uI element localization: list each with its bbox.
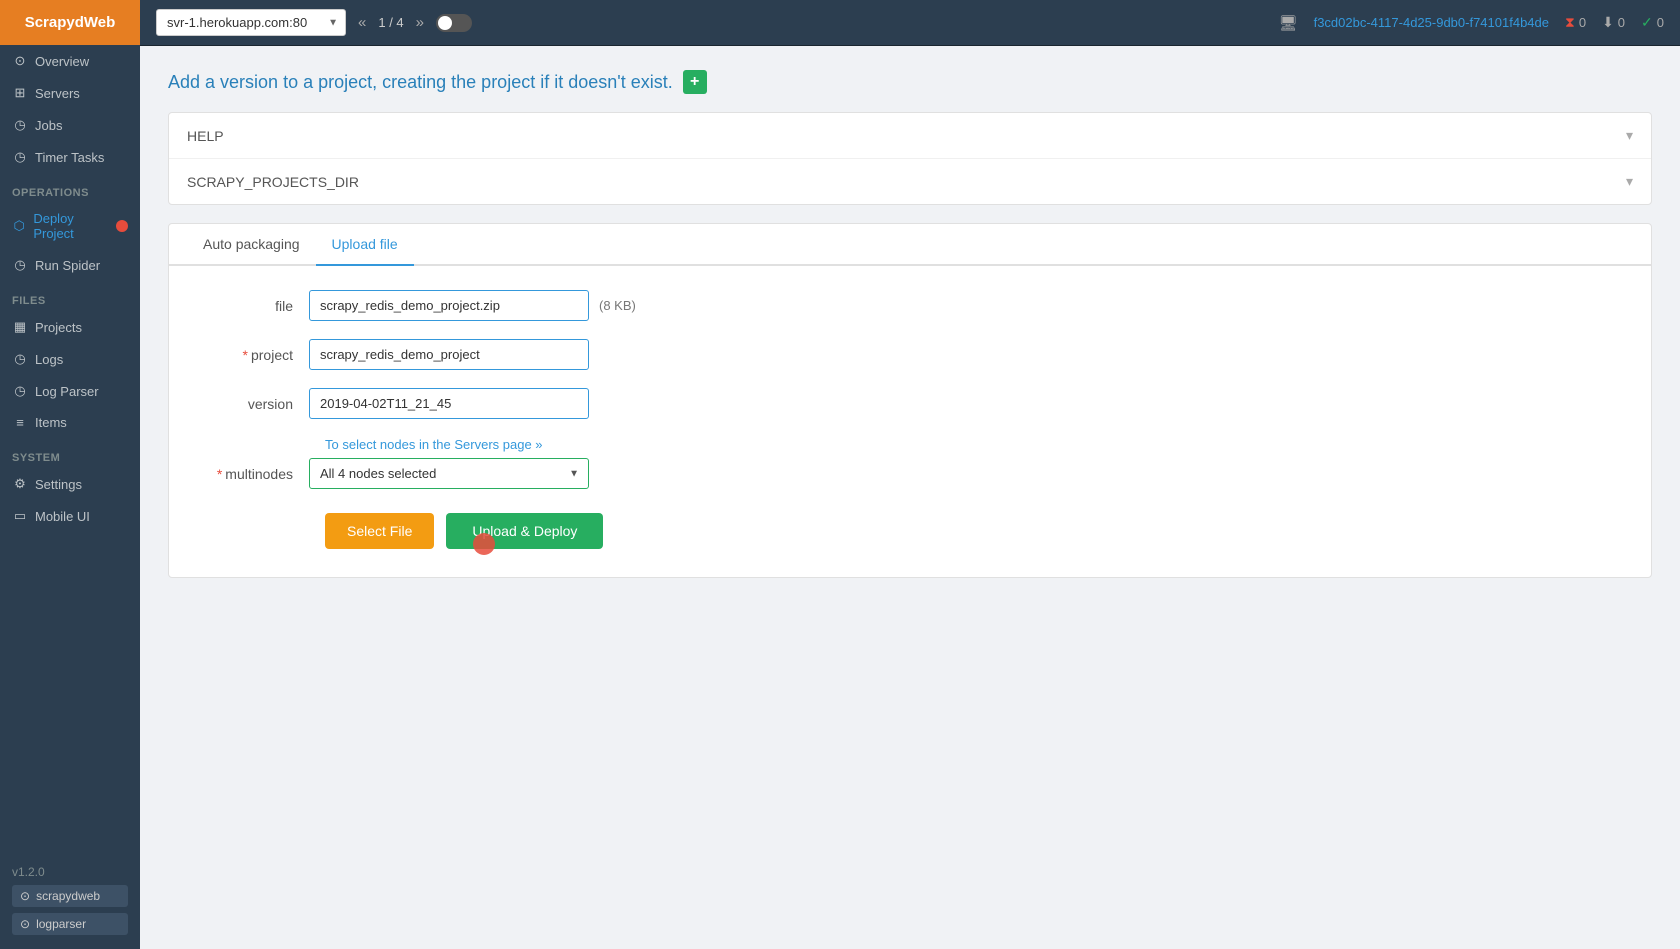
nav-arrows: « [358, 14, 366, 31]
sidebar-files-section: Files ▦ Projects ◷ Logs ◷ Log Parser ≡ I… [0, 281, 140, 438]
page-heading-text: Add a version to a project, creating the… [168, 72, 673, 93]
project-row: *project [209, 339, 1611, 370]
jobs-icon: ◷ [12, 117, 28, 133]
projects-icon: ▦ [12, 319, 28, 335]
project-label: *project [209, 347, 309, 363]
monitor-icon: 🖥 [1279, 14, 1298, 32]
github-icon-1: ⊙ [20, 889, 30, 903]
multinodes-row: *multinodes All 4 nodes selected [209, 458, 1611, 489]
scrapy-projects-dir-collapsible[interactable]: SCRAPY_PROJECTS_DIR ▾ [169, 159, 1651, 204]
server-select[interactable]: svr-1.herokuapp.com:80 [156, 9, 346, 36]
scrapy-dir-chevron: ▾ [1626, 173, 1633, 190]
server-select-wrap: svr-1.herokuapp.com:80 [156, 9, 346, 36]
next-arrow-wrap: » [416, 14, 424, 31]
check-icon: ✓ [1641, 14, 1653, 31]
file-label: file [209, 298, 309, 314]
help-collapsible[interactable]: HELP ▾ [169, 113, 1651, 159]
version-input[interactable] [309, 388, 589, 419]
tab-bar: Auto packaging Upload file [169, 224, 1651, 266]
sidebar-footer: v1.2.0 ⊙ scrapydweb ⊙ logparser [0, 855, 140, 949]
sidebar-item-mobile-ui[interactable]: ▭ Mobile UI [0, 500, 140, 532]
version-row: version [209, 388, 1611, 419]
page-indicator: 1 / 4 [378, 15, 403, 30]
help-chevron: ▾ [1626, 127, 1633, 144]
scrapy-projects-dir-label: SCRAPY_PROJECTS_DIR [187, 174, 359, 190]
toggle-switch[interactable] [436, 14, 472, 32]
topbar-stat-down: ⬇ 0 [1602, 14, 1625, 31]
run-spider-icon: ◷ [12, 257, 28, 273]
settings-icon: ⚙ [12, 476, 28, 492]
timer-tasks-icon: ◷ [12, 149, 28, 165]
multinodes-select[interactable]: All 4 nodes selected [309, 458, 589, 489]
servers-icon: ⊞ [12, 85, 28, 101]
upload-deploy-button[interactable]: Upload & Deploy [446, 513, 603, 549]
logs-icon: ◷ [12, 351, 28, 367]
file-row: file (8 KB) [209, 290, 1611, 321]
version-label: v1.2.0 [12, 865, 45, 879]
sidebar-item-run-spider[interactable]: ◷ Run Spider [0, 249, 140, 281]
sidebar-operations-section: Operations ⬡ Deploy Project ◷ Run Spider [0, 173, 140, 281]
plus-button[interactable]: + [683, 70, 707, 94]
sidebar-item-jobs[interactable]: ◷ Jobs [0, 109, 140, 141]
overview-icon: ⊙ [12, 53, 28, 69]
prev-arrow[interactable]: « [358, 14, 366, 31]
sidebar-item-settings[interactable]: ⚙ Settings [0, 468, 140, 500]
sidebar-item-items[interactable]: ≡ Items [0, 407, 140, 438]
tab-auto-packaging[interactable]: Auto packaging [187, 224, 316, 266]
project-input[interactable] [309, 339, 589, 370]
sidebar-no-title-section: ⊞ Servers ◷ Jobs ◷ Timer Tasks [0, 77, 140, 173]
log-parser-icon: ◷ [12, 383, 28, 399]
version-label: version [209, 396, 309, 412]
sidebar: ScrapydWeb ⊙ Overview ⊞ Servers ◷ Jobs ◷… [0, 0, 140, 949]
multinodes-select-wrap: All 4 nodes selected [309, 458, 589, 489]
file-input[interactable] [309, 290, 589, 321]
page-heading: Add a version to a project, creating the… [168, 70, 1652, 94]
system-section-title: System [0, 438, 140, 468]
topbar: svr-1.herokuapp.com:80 « 1 / 4 » 🖥 f3cd0… [140, 0, 1680, 46]
github-logparser-btn[interactable]: ⊙ logparser [12, 913, 128, 935]
sidebar-item-timer-tasks[interactable]: ◷ Timer Tasks [0, 141, 140, 173]
main: svr-1.herokuapp.com:80 « 1 / 4 » 🖥 f3cd0… [140, 0, 1680, 949]
sidebar-item-overview[interactable]: ⊙ Overview [0, 45, 140, 77]
sidebar-item-servers[interactable]: ⊞ Servers [0, 77, 140, 109]
form-card: Auto packaging Upload file file (8 KB) *… [168, 223, 1652, 578]
multinodes-section: To select nodes in the Servers page » *m… [209, 437, 1611, 489]
sidebar-item-deploy-project[interactable]: ⬡ Deploy Project [0, 203, 140, 249]
help-label: HELP [187, 128, 224, 144]
click-indicator-dot [473, 533, 495, 555]
sidebar-system-section: System ⚙ Settings ▭ Mobile UI [0, 438, 140, 532]
next-arrow[interactable]: » [416, 14, 424, 31]
download-icon: ⬇ [1602, 14, 1614, 31]
multinodes-label: *multinodes [209, 466, 309, 482]
deploy-project-icon: ⬡ [12, 218, 26, 234]
collapsible-card: HELP ▾ SCRAPY_PROJECTS_DIR ▾ [168, 112, 1652, 205]
sidebar-overview-section: ⊙ Overview [0, 45, 140, 77]
topbar-right: 🖥 f3cd02bc-4117-4d25-9db0-f74101f4b4de ⧗… [1279, 14, 1664, 32]
active-dot [116, 220, 128, 232]
select-file-button[interactable]: Select File [325, 513, 434, 549]
hourglass-icon: ⧗ [1565, 14, 1575, 31]
files-section-title: Files [0, 281, 140, 311]
sidebar-item-logs[interactable]: ◷ Logs [0, 343, 140, 375]
button-row: Select File Upload & Deploy [325, 507, 1611, 549]
content: Add a version to a project, creating the… [140, 46, 1680, 949]
form-body: file (8 KB) *project version [169, 266, 1651, 577]
mobile-ui-icon: ▭ [12, 508, 28, 524]
sidebar-item-log-parser[interactable]: ◷ Log Parser [0, 375, 140, 407]
sidebar-item-projects[interactable]: ▦ Projects [0, 311, 140, 343]
sidebar-logo: ScrapydWeb [0, 0, 140, 45]
multinodes-link[interactable]: To select nodes in the Servers page » [325, 437, 1611, 452]
file-size: (8 KB) [599, 298, 636, 313]
operations-section-title: Operations [0, 173, 140, 203]
topbar-stat-check: ✓ 0 [1641, 14, 1664, 31]
github-scrapydweb-btn[interactable]: ⊙ scrapydweb [12, 885, 128, 907]
project-required: * [243, 347, 248, 363]
github-icon-2: ⊙ [20, 917, 30, 931]
node-link[interactable]: f3cd02bc-4117-4d25-9db0-f74101f4b4de [1314, 15, 1549, 30]
tab-upload-file[interactable]: Upload file [316, 224, 414, 266]
multinodes-required: * [217, 466, 222, 482]
items-icon: ≡ [12, 415, 28, 430]
topbar-stat-timer: ⧗ 0 [1565, 14, 1586, 31]
